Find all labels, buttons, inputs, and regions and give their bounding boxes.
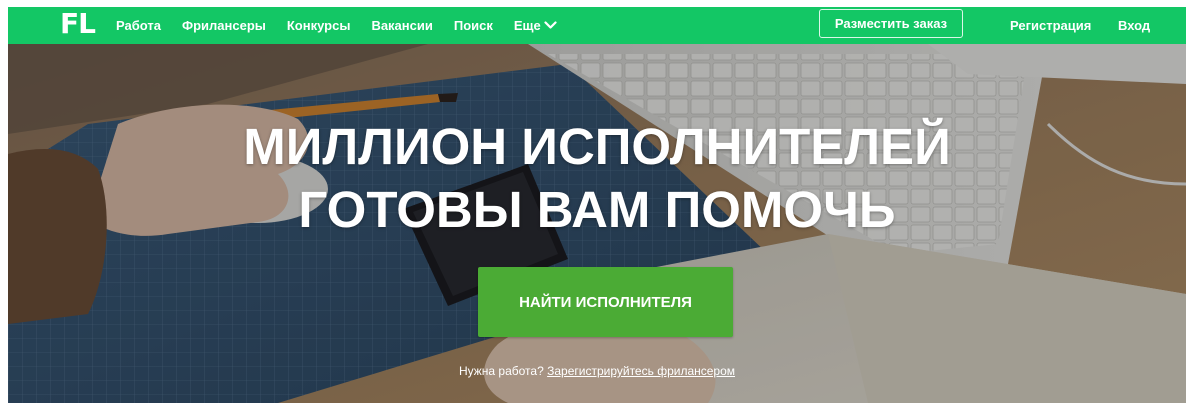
hero-headline-line-2: ГОТОВЫ ВАМ ПОМОЧЬ: [298, 181, 896, 238]
nav-item-search[interactable]: Поиск: [454, 18, 493, 33]
login-link[interactable]: Вход: [1118, 7, 1150, 44]
nav-item-freelancers[interactable]: Фрилансеры: [182, 18, 266, 33]
main-nav: Работа Фрилансеры Конкурсы Вакансии Поис…: [116, 7, 578, 44]
nav-item-work[interactable]: Работа: [116, 18, 161, 33]
hero-section: МИЛЛИОН ИСПОЛНИТЕЛЕЙ ГОТОВЫ ВАМ ПОМОЧЬ Н…: [8, 44, 1186, 403]
register-as-freelancer-link[interactable]: Зарегистрируйтесь фрилансером: [547, 364, 735, 378]
hero-headline-line-1: МИЛЛИОН ИСПОЛНИТЕЛЕЙ: [243, 118, 951, 175]
nav-item-more[interactable]: Еще: [514, 18, 557, 33]
top-navbar: FL Работа Фрилансеры Конкурсы Вакансии П…: [8, 7, 1186, 44]
freelancer-signup-line: Нужна работа? Зарегистрируйтесь фрилансе…: [8, 364, 1186, 378]
chevron-down-icon: [544, 21, 557, 29]
hero-headline: МИЛЛИОН ИСПОЛНИТЕЛЕЙ ГОТОВЫ ВАМ ПОМОЧЬ: [8, 115, 1186, 241]
screenshot-frame: FL Работа Фрилансеры Конкурсы Вакансии П…: [0, 0, 1188, 403]
nav-item-more-label: Еще: [513, 18, 541, 33]
register-link[interactable]: Регистрация: [1010, 7, 1091, 44]
post-order-button[interactable]: Разместить заказ: [819, 9, 963, 38]
nav-item-contests[interactable]: Конкурсы: [287, 18, 351, 33]
fl-logo[interactable]: FL: [60, 9, 96, 39]
nav-item-vacancies[interactable]: Вакансии: [371, 18, 432, 33]
find-freelancer-button[interactable]: НАЙТИ ИСПОЛНИТЕЛЯ: [478, 267, 733, 337]
page: FL Работа Фрилансеры Конкурсы Вакансии П…: [8, 7, 1186, 403]
freelancer-question: Нужна работа?: [458, 364, 544, 378]
